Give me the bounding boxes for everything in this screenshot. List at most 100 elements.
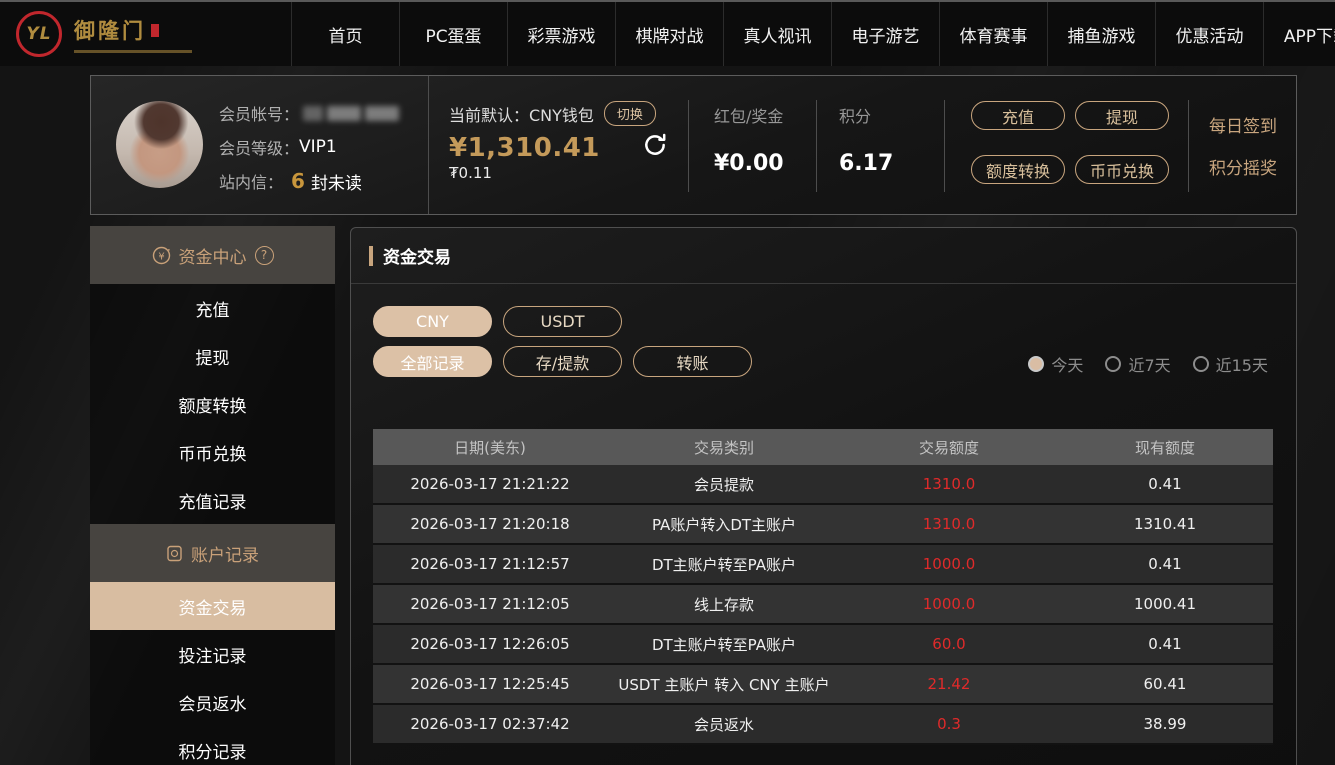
account-lines: 会员帐号： 会员等级： VIP1 站内信： 6 封未读 (219, 101, 399, 193)
logo-seal (151, 24, 159, 37)
nav-item-1[interactable]: 首页 (291, 2, 399, 66)
type-tab-存/提款[interactable]: 存/提款 (503, 346, 622, 377)
redacted-block (327, 106, 361, 121)
cell-balance: 38.99 (1057, 715, 1273, 733)
table-header: 日期(美东)交易类别交易额度现有额度 (373, 429, 1273, 465)
table-row: 2026-03-17 02:37:42会员返水0.338.99 (373, 705, 1273, 745)
nav-item-9[interactable]: 优惠活动 (1155, 2, 1263, 66)
user-panel: 会员帐号： 会员等级： VIP1 站内信： 6 封未读 (90, 75, 1297, 215)
title-accent-bar (369, 246, 373, 266)
table-row: 2026-03-17 21:12:57DT主账户转至PA账户1000.00.41 (373, 545, 1273, 585)
type-tab-转账[interactable]: 转账 (633, 346, 752, 377)
sidebar-item-积分记录[interactable]: 积分记录 (90, 726, 335, 765)
cell-type: 线上存款 (607, 594, 841, 615)
help-icon[interactable]: ? (255, 246, 274, 265)
cell-balance: 1000.41 (1057, 595, 1273, 613)
sidebar-item-充值记录[interactable]: 充值记录 (90, 476, 335, 524)
nav-item-3[interactable]: 彩票游戏 (507, 2, 615, 66)
wallet-default-label: 当前默认：CNY钱包 (449, 102, 594, 126)
nav-item-5[interactable]: 真人视讯 (723, 2, 831, 66)
site-logo[interactable]: YL 御隆门 (0, 2, 291, 66)
wallet-action-buttons: 充值提现额度转换币币兑换 (944, 76, 1188, 214)
logo-monogram: YL (26, 24, 51, 44)
account-number-redacted (303, 106, 399, 121)
wallet-action-button-3[interactable]: 额度转换 (971, 155, 1065, 184)
wallet-sub-balance: ₮0.11 (449, 164, 688, 182)
date-filter-今天[interactable]: 今天 (1028, 352, 1083, 376)
sidebar-item-投注记录[interactable]: 投注记录 (90, 630, 335, 678)
cell-balance: 60.41 (1057, 675, 1273, 693)
date-filter-近7天[interactable]: 近7天 (1105, 352, 1170, 376)
refresh-icon[interactable] (642, 132, 668, 158)
member-level-row: 会员等级： VIP1 (219, 135, 399, 159)
logo-dragon-icon: YL (16, 11, 62, 57)
inbox-unread-suffix: 封未读 (311, 169, 362, 194)
cell-amount: 60.0 (841, 635, 1057, 653)
bonus-stat: 红包/奖金 ¥0.00 (688, 76, 816, 214)
logo-text: 御隆门 (74, 15, 192, 53)
inbox-unread-count: 6 (291, 169, 305, 193)
points-stat: 积分 6.17 (816, 76, 944, 214)
sidebar-item-额度转换[interactable]: 额度转换 (90, 380, 335, 428)
redacted-block (365, 106, 399, 121)
wallet-default-row: 当前默认：CNY钱包 切换 (449, 101, 688, 126)
sidebar-item-会员返水[interactable]: 会员返水 (90, 678, 335, 726)
nav-item-4[interactable]: 棋牌对战 (615, 2, 723, 66)
cell-date: 2026-03-17 12:26:05 (373, 635, 607, 653)
cell-date: 2026-03-17 21:21:22 (373, 475, 607, 493)
sidebar-item-提现[interactable]: 提现 (90, 332, 335, 380)
nav-item-2[interactable]: PC蛋蛋 (399, 2, 507, 66)
account-number-row: 会员帐号： (219, 101, 399, 125)
wallet-action-button-2[interactable]: 提现 (1075, 101, 1169, 130)
cell-balance: 0.41 (1057, 555, 1273, 573)
quick-links: 每日签到积分摇奖 (1188, 76, 1298, 214)
wallet-action-button-4[interactable]: 币币兑换 (1075, 155, 1169, 184)
nav-item-6[interactable]: 电子游艺 (831, 2, 939, 66)
sidebar-section-header-2[interactable]: 账户记录 (90, 524, 335, 582)
table-row: 2026-03-17 21:21:22会员提款1310.00.41 (373, 465, 1273, 505)
cell-type: PA账户转入DT主账户 (607, 514, 841, 535)
cell-balance: 0.41 (1057, 475, 1273, 493)
cell-amount: 0.3 (841, 715, 1057, 733)
cell-type: 会员提款 (607, 474, 841, 495)
inbox-row[interactable]: 站内信： 6 封未读 (219, 169, 399, 193)
currency-tab-USDT[interactable]: USDT (503, 306, 622, 337)
sidebar-section-header-1[interactable]: ¥资金中心? (90, 226, 335, 284)
date-filter-label: 近7天 (1128, 352, 1170, 376)
svg-text:¥: ¥ (158, 251, 164, 262)
date-filter-近15天[interactable]: 近15天 (1193, 352, 1268, 376)
cell-date: 2026-03-17 21:12:57 (373, 555, 607, 573)
nav-item-7[interactable]: 体育赛事 (939, 2, 1047, 66)
wallet-action-button-1[interactable]: 充值 (971, 101, 1065, 130)
bonus-value: ¥0.00 (714, 151, 816, 176)
table-row: 2026-03-17 21:12:05线上存款1000.01000.41 (373, 585, 1273, 625)
column-header-3: 交易额度 (841, 437, 1057, 458)
cell-amount: 1310.0 (841, 475, 1057, 493)
switch-wallet-button[interactable]: 切换 (604, 101, 656, 126)
sidebar-item-币币兑换[interactable]: 币币兑换 (90, 428, 335, 476)
logo-tagline (74, 50, 192, 53)
main-panel: 资金交易 CNYUSDT 全部记录存/提款转账 今天近7天近15天 日期(美东)… (350, 227, 1297, 765)
radio-icon (1105, 356, 1121, 372)
nav-item-10[interactable]: APP下载 (1263, 2, 1335, 66)
yen-circle-icon: ¥ (152, 246, 171, 265)
nav-item-8[interactable]: 捕鱼游戏 (1047, 2, 1155, 66)
account-summary: 会员帐号： 会员等级： VIP1 站内信： 6 封未读 (91, 76, 429, 214)
table-row: 2026-03-17 12:26:05DT主账户转至PA账户60.00.41 (373, 625, 1273, 665)
table-row: 2026-03-17 21:20:18PA账户转入DT主账户1310.01310… (373, 505, 1273, 545)
quick-link-1[interactable]: 每日签到 (1209, 112, 1298, 137)
cell-amount: 21.42 (841, 675, 1057, 693)
type-tab-全部记录[interactable]: 全部记录 (373, 346, 492, 377)
sidebar-item-资金交易[interactable]: 资金交易 (90, 582, 335, 630)
sidebar: ¥资金中心?充值提现额度转换币币兑换充值记录账户记录资金交易投注记录会员返水积分… (90, 226, 335, 765)
page: YL 御隆门 首页PC蛋蛋彩票游戏棋牌对战真人视讯电子游艺体育赛事捕鱼游戏优惠活… (0, 0, 1335, 765)
currency-tab-CNY[interactable]: CNY (373, 306, 492, 337)
cell-amount: 1000.0 (841, 595, 1057, 613)
cell-amount: 1000.0 (841, 555, 1057, 573)
cell-date: 2026-03-17 12:25:45 (373, 675, 607, 693)
cell-type: 会员返水 (607, 714, 841, 735)
quick-link-2[interactable]: 积分摇奖 (1209, 154, 1298, 179)
cell-balance: 0.41 (1057, 635, 1273, 653)
sidebar-item-充值[interactable]: 充值 (90, 284, 335, 332)
sidebar-section-title: 账户记录 (191, 541, 259, 566)
